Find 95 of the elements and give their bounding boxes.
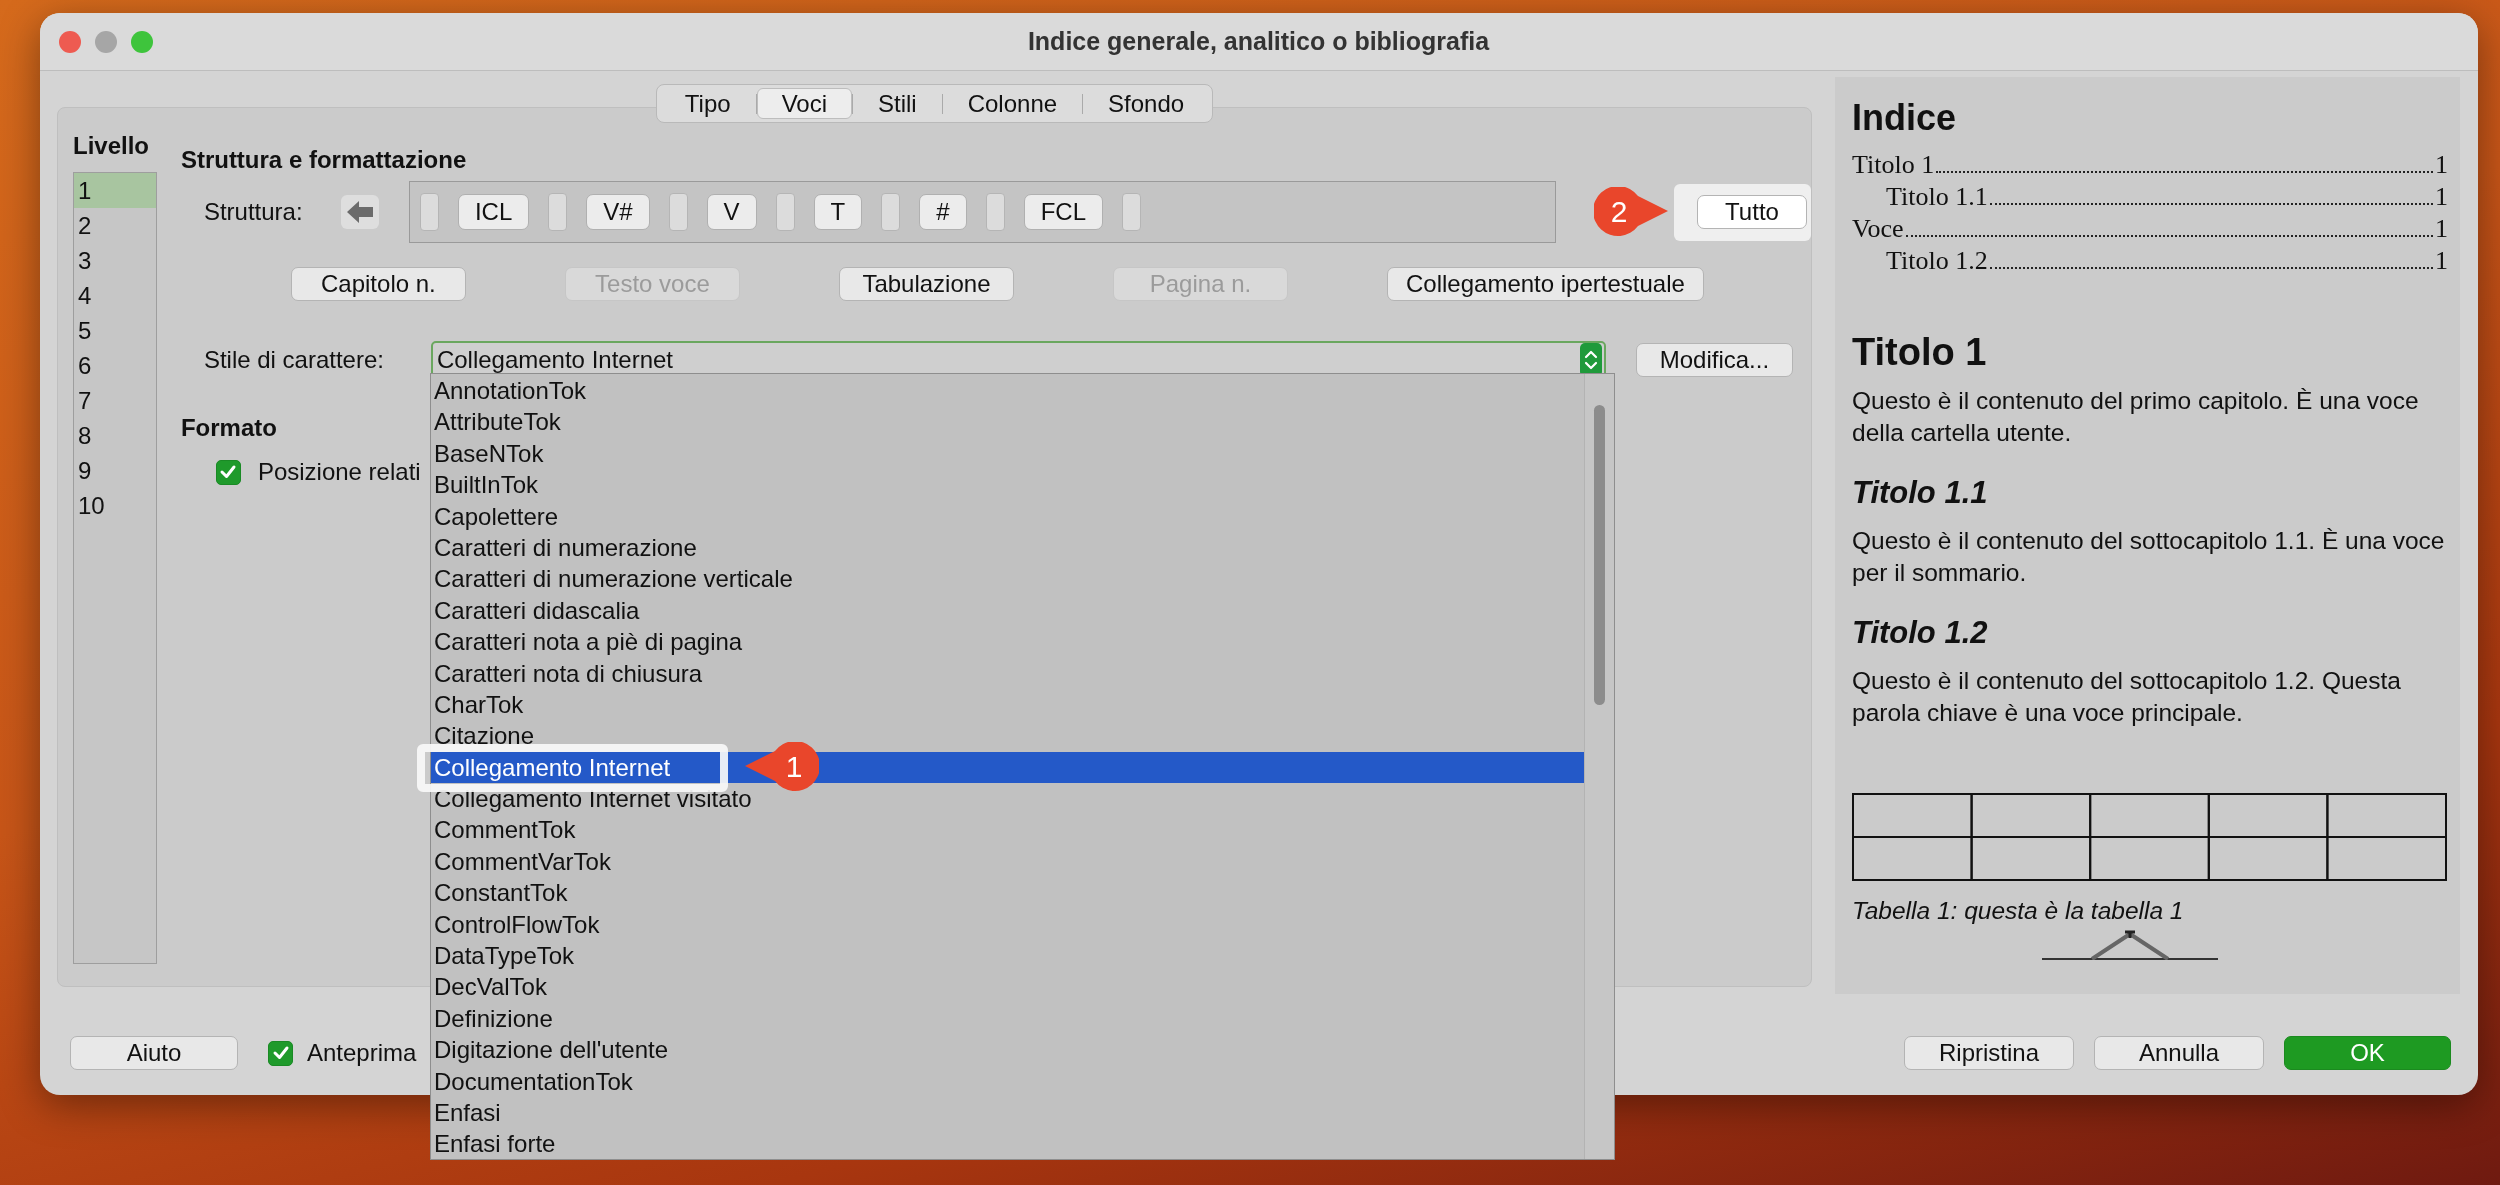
list-item[interactable]: ConstantTok <box>431 877 1584 909</box>
list-item[interactable]: AttributeTok <box>431 406 1584 438</box>
list-item[interactable]: Digitazione dell'utente <box>431 1034 1584 1066</box>
toc-entry: Titolo 1.1 <box>1886 181 1988 213</box>
tab[interactable]: Sfondo <box>1083 88 1210 119</box>
tab[interactable]: Voci <box>756 88 852 119</box>
list-item[interactable]: 5 <box>74 313 156 348</box>
structure-token[interactable]: T <box>813 194 863 230</box>
list-item[interactable]: 9 <box>74 453 156 488</box>
tab[interactable]: Tipo <box>659 88 756 119</box>
minimize-button[interactable] <box>95 30 117 53</box>
list-item[interactable]: 2 <box>74 208 156 243</box>
window-title: Indice generale, analitico o bibliografia <box>1026 27 1491 56</box>
dialog-button[interactable]: Ripristina <box>1904 1036 2074 1070</box>
toc-entry: Voce <box>1852 213 1904 245</box>
list-item[interactable]: 8 <box>74 418 156 453</box>
list-heading: Livello <box>73 131 151 161</box>
list-item[interactable]: CommentTok <box>431 814 1584 846</box>
field-label: Stile di carattere: <box>203 345 385 374</box>
structure-token[interactable]: # <box>919 194 967 230</box>
toc-entry: Titolo 1 <box>1852 149 1935 181</box>
insert-button[interactable]: Capitolo n. <box>290 267 466 301</box>
structure-token[interactable]: ICL <box>457 194 530 230</box>
zoom-button[interactable] <box>131 30 153 53</box>
list-item[interactable]: 7 <box>74 383 156 418</box>
page-number: 1 <box>2435 245 2448 277</box>
list-item[interactable]: Caratteri nota di chiusura <box>431 657 1584 689</box>
step-badge: 2 <box>1594 187 1668 237</box>
list-item[interactable]: ControlFlowTok <box>431 908 1584 941</box>
checkmark-icon <box>219 463 238 481</box>
token-slot[interactable] <box>1122 193 1141 231</box>
list-item[interactable]: Caratteri di numerazione <box>431 531 1584 564</box>
table-caption: Tabella 1: questa è la tabella 1 <box>1852 896 2185 926</box>
list-item[interactable]: BaseNTok <box>431 437 1584 470</box>
close-button[interactable] <box>59 30 81 53</box>
list-item[interactable]: Caratteri di numerazione verticale <box>431 563 1584 595</box>
list-item[interactable]: 1 <box>74 173 156 208</box>
page-number: 1 <box>2435 181 2448 213</box>
arrow-button[interactable] <box>340 195 379 229</box>
list-item[interactable]: Enfasi <box>431 1097 1584 1129</box>
list-item[interactable]: BuiltInTok <box>431 469 1584 501</box>
checkbox-label: Anteprima <box>307 1039 417 1067</box>
list-item[interactable]: Enfasi forte <box>431 1128 1584 1160</box>
list-item[interactable]: DocumentationTok <box>431 1065 1584 1097</box>
list-item[interactable]: Caratteri didascalia <box>431 594 1584 627</box>
dialog-button[interactable]: Annulla <box>2094 1036 2264 1070</box>
list-item[interactable]: Caratteri nota a piè di pagina <box>431 626 1584 658</box>
structure-token[interactable]: FCL <box>1023 194 1103 230</box>
token-slot[interactable] <box>419 193 439 231</box>
checkbox-label: Posizione relati <box>257 458 421 486</box>
list-item[interactable]: Definizione <box>431 1002 1584 1035</box>
list-item[interactable]: Capolettere <box>431 500 1584 532</box>
toc-entry: Titolo 1.2 <box>1886 245 1988 277</box>
checkbox[interactable] <box>268 1040 293 1066</box>
field-label: Struttura: <box>203 198 304 226</box>
token-slot[interactable] <box>775 193 795 231</box>
list-item[interactable]: 10 <box>74 488 156 523</box>
list-item[interactable]: 3 <box>74 243 156 278</box>
document-heading: Titolo 1.2 <box>1852 614 1989 652</box>
list-item[interactable]: DataTypeTok <box>431 940 1584 972</box>
structure-token[interactable]: V <box>706 194 757 230</box>
list-item[interactable]: 4 <box>74 278 156 313</box>
list-item[interactable]: DecValTok <box>431 971 1584 1003</box>
token-slot[interactable] <box>881 193 901 231</box>
paragraph: Questo è il contenuto del sottocapitolo 1.1. È una voce per il sommario. <box>1852 526 2446 588</box>
paragraph: Questo è il contenuto del sottocapitolo 1.2. Questa parola chiave è una voce principale. <box>1852 666 2402 728</box>
structure-field[interactable]: ICL V# V T # FCL <box>408 181 1556 243</box>
help-button[interactable]: Aiuto <box>70 1036 238 1070</box>
document-heading: Titolo 1.1 <box>1852 474 1989 512</box>
token-slot[interactable] <box>668 193 688 231</box>
token-slot[interactable] <box>548 193 568 231</box>
insert-button[interactable]: Collegamento ipertestuale <box>1387 267 1704 301</box>
list-item[interactable]: CharTok <box>431 688 1584 721</box>
all-button[interactable]: Tutto <box>1697 195 1807 229</box>
edit-button[interactable]: Modifica... <box>1635 342 1793 377</box>
list-item[interactable]: AnnotationTok <box>431 375 1584 407</box>
document-heading: Titolo 1 <box>1852 331 1988 373</box>
page-number: 1 <box>2435 213 2448 245</box>
structure-token[interactable]: V# <box>586 194 650 230</box>
section-heading: Formato <box>180 413 277 443</box>
step-badge: 1 <box>745 742 819 792</box>
section-heading: Struttura e formattazione <box>180 145 467 175</box>
insert-button[interactable]: Tabulazione <box>838 267 1014 301</box>
paragraph: Questo è il contenuto del primo capitolo. È una voce della cartella utente. <box>1852 386 2420 448</box>
scrollbar[interactable] <box>1584 374 1614 1159</box>
list-item[interactable]: CommentVarTok <box>431 845 1584 878</box>
token-slot[interactable] <box>985 193 1005 231</box>
tab[interactable]: Stili <box>853 88 942 119</box>
document-heading: Indice <box>1852 97 1958 139</box>
list-item[interactable]: 6 <box>74 348 156 383</box>
checkmark-icon <box>271 1044 290 1062</box>
ok-button[interactable]: OK <box>2284 1036 2451 1070</box>
checkbox[interactable] <box>215 459 241 485</box>
tab[interactable]: Colonne <box>942 88 1083 119</box>
page-number: 1 <box>2435 149 2448 181</box>
